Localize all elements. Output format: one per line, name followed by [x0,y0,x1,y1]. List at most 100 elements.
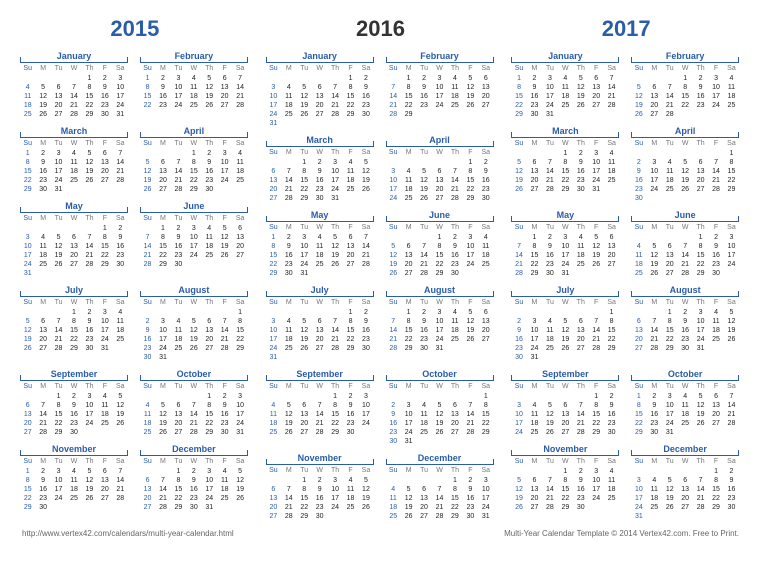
dow-cell: Tu [416,223,431,232]
day-cell: 1 [527,233,542,242]
dow-cell: W [558,64,573,73]
dow-cell: Su [386,382,401,391]
day-cell: 21 [327,101,342,110]
day-cell: 30 [478,194,493,203]
day-cell: 9 [604,401,619,410]
day-cell: 23 [171,251,186,260]
day-cell [511,308,526,317]
day-cell: 18 [266,419,281,428]
dow-cell: Tu [171,64,186,73]
day-cell: 23 [358,101,373,110]
day-cell: 27 [708,419,723,428]
dow-cell: Su [20,139,35,148]
day-cell [140,224,155,233]
day-cell [140,467,155,476]
dow-row: SuMTuWThFSa [386,298,494,307]
week-row: 17181920212223 [20,251,128,260]
day-cell: 4 [343,476,358,485]
day-cell: 12 [281,410,296,419]
day-cell [542,353,557,362]
dow-cell: W [66,382,81,391]
dow-cell: W [66,298,81,307]
day-cell [693,149,708,158]
dow-cell: M [647,139,662,148]
day-cell: 7 [113,467,128,476]
dow-cell: W [186,139,201,148]
day-cell: 2 [66,392,81,401]
day-cell [724,344,739,353]
day-cell: 3 [327,158,342,167]
dow-cell: Sa [724,64,739,73]
day-cell: 5 [386,242,401,251]
day-cell: 22 [432,260,447,269]
day-cell [708,110,723,119]
week-row: 78910111213 [386,317,494,326]
day-cell: 20 [527,494,542,503]
day-cell: 1 [140,74,155,83]
dow-cell: Su [140,214,155,223]
day-cell: 8 [527,242,542,251]
dow-cell: Sa [724,139,739,148]
day-cell: 6 [217,74,232,83]
day-cell: 20 [312,101,327,110]
day-cell: 6 [478,74,493,83]
day-cell [155,467,170,476]
week-row: 12131415161718 [511,485,619,494]
day-cell: 22 [558,176,573,185]
day-cell: 9 [478,167,493,176]
day-cell [35,224,50,233]
day-cell: 14 [573,410,588,419]
day-cell: 31 [202,503,217,512]
day-cell [358,428,373,437]
day-cell: 7 [511,242,526,251]
day-cell: 8 [140,83,155,92]
week-row: 10111213141516 [266,326,374,335]
day-cell: 13 [51,92,66,101]
day-cell: 28 [113,494,128,503]
day-cell: 22 [693,260,708,269]
day-cell: 7 [693,476,708,485]
day-cell: 18 [97,410,112,419]
day-cell: 17 [232,410,247,419]
month-name: October [140,368,248,381]
day-cell: 18 [708,326,723,335]
day-cell: 25 [66,176,81,185]
day-cell: 4 [604,467,619,476]
day-cell: 8 [66,317,81,326]
dow-cell: Tu [416,298,431,307]
month: JulySuMTuWThFSa1234567891011121314151617… [266,284,374,362]
day-cell: 17 [202,485,217,494]
day-cell: 22 [20,176,35,185]
day-cell: 14 [327,92,342,101]
day-cell: 14 [604,83,619,92]
day-cell: 14 [463,410,478,419]
week-row: 10111213141516 [511,410,619,419]
day-cell: 29 [20,185,35,194]
day-cell: 3 [186,224,201,233]
day-cell [447,437,462,446]
day-cell: 26 [693,419,708,428]
day-cell: 13 [297,410,312,419]
day-cell: 14 [358,242,373,251]
week-row: 567891011 [20,317,128,326]
day-cell: 10 [186,233,201,242]
dow-cell: Th [447,223,462,232]
day-cell: 3 [463,233,478,242]
day-cell: 6 [677,476,692,485]
day-cell: 23 [35,176,50,185]
day-cell: 3 [527,317,542,326]
day-cell: 19 [358,494,373,503]
day-cell: 27 [312,344,327,353]
day-cell: 7 [155,476,170,485]
month: JuneSuMTuWThFSa1234567891011121314151617… [631,209,739,278]
day-cell: 23 [478,185,493,194]
month: NovemberSuMTuWThFSa123456789101112131415… [20,443,128,512]
day-cell: 12 [511,167,526,176]
day-cell: 30 [343,428,358,437]
day-cell: 5 [20,317,35,326]
day-cell: 22 [604,335,619,344]
day-cell [202,260,217,269]
day-cell: 20 [631,335,646,344]
day-cell: 2 [171,224,186,233]
day-cell: 7 [677,242,692,251]
